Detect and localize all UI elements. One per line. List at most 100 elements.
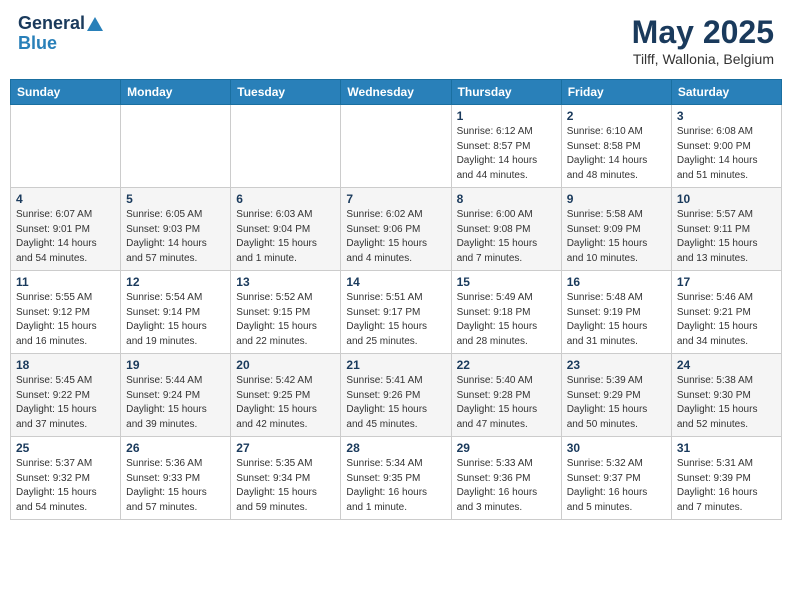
logo: General Blue	[18, 14, 103, 54]
day-number: 18	[16, 358, 115, 372]
day-number: 8	[457, 192, 556, 206]
title-block: May 2025 Tilff, Wallonia, Belgium	[632, 14, 774, 67]
calendar-cell	[231, 105, 341, 188]
calendar-cell: 1 Sunrise: 6:12 AM Sunset: 8:57 PM Daylig…	[451, 105, 561, 188]
day-info: Sunrise: 5:39 AM Sunset: 9:29 PM Dayligh…	[567, 374, 666, 432]
calendar-cell: 11 Sunrise: 5:55 AM Sunset: 9:12 PM Dayli…	[11, 271, 121, 354]
calendar-cell: 15 Sunrise: 5:49 AM Sunset: 9:18 PM Dayli…	[451, 271, 561, 354]
day-number: 17	[677, 275, 776, 289]
calendar-cell: 5 Sunrise: 6:05 AM Sunset: 9:03 PM Daylig…	[121, 188, 231, 271]
day-number: 10	[677, 192, 776, 206]
day-number: 6	[236, 192, 335, 206]
day-number: 19	[126, 358, 225, 372]
header-friday: Friday	[561, 80, 671, 105]
day-info: Sunrise: 6:03 AM Sunset: 9:04 PM Dayligh…	[236, 208, 335, 266]
week-row-4: 25 Sunrise: 5:37 AM Sunset: 9:32 PM Dayli…	[11, 437, 782, 520]
day-info: Sunrise: 6:08 AM Sunset: 9:00 PM Dayligh…	[677, 125, 776, 183]
day-number: 31	[677, 441, 776, 455]
header-row: SundayMondayTuesdayWednesdayThursdayFrid…	[11, 80, 782, 105]
day-info: Sunrise: 5:46 AM Sunset: 9:21 PM Dayligh…	[677, 291, 776, 349]
calendar-cell	[341, 105, 451, 188]
calendar-cell: 21 Sunrise: 5:41 AM Sunset: 9:26 PM Dayli…	[341, 354, 451, 437]
logo-blue: Blue	[18, 34, 57, 54]
day-number: 11	[16, 275, 115, 289]
calendar-cell: 29Sunrise: 5:33 AM Sunset: 9:36 PM Dayli…	[451, 437, 561, 520]
day-info: Sunrise: 5:48 AM Sunset: 9:19 PM Dayligh…	[567, 291, 666, 349]
day-number: 29	[457, 441, 556, 455]
day-number: 1	[457, 109, 556, 123]
day-info: Sunrise: 5:38 AM Sunset: 9:30 PM Dayligh…	[677, 374, 776, 432]
week-row-2: 11 Sunrise: 5:55 AM Sunset: 9:12 PM Dayli…	[11, 271, 782, 354]
page-header: General Blue May 2025 Tilff, Wallonia, B…	[10, 10, 782, 71]
calendar-cell: 30Sunrise: 5:32 AM Sunset: 9:37 PM Dayli…	[561, 437, 671, 520]
day-number: 7	[346, 192, 445, 206]
day-number: 23	[567, 358, 666, 372]
week-row-0: 1 Sunrise: 6:12 AM Sunset: 8:57 PM Daylig…	[11, 105, 782, 188]
day-info: Sunrise: 6:12 AM Sunset: 8:57 PM Dayligh…	[457, 125, 556, 183]
subtitle: Tilff, Wallonia, Belgium	[632, 51, 774, 67]
logo-triangle-icon	[87, 17, 103, 31]
header-thursday: Thursday	[451, 80, 561, 105]
day-number: 22	[457, 358, 556, 372]
day-info: Sunrise: 5:54 AM Sunset: 9:14 PM Dayligh…	[126, 291, 225, 349]
calendar-cell: 25 Sunrise: 5:37 AM Sunset: 9:32 PM Dayli…	[11, 437, 121, 520]
calendar-cell: 4Sunrise: 6:07 AM Sunset: 9:01 PM Daylig…	[11, 188, 121, 271]
day-info: Sunrise: 5:55 AM Sunset: 9:12 PM Dayligh…	[16, 291, 115, 349]
header-sunday: Sunday	[11, 80, 121, 105]
day-number: 5	[126, 192, 225, 206]
day-number: 13	[236, 275, 335, 289]
calendar-cell: 22Sunrise: 5:40 AM Sunset: 9:28 PM Dayli…	[451, 354, 561, 437]
day-info: Sunrise: 5:51 AM Sunset: 9:17 PM Dayligh…	[346, 291, 445, 349]
calendar-header: SundayMondayTuesdayWednesdayThursdayFrid…	[11, 80, 782, 105]
calendar-cell: 18 Sunrise: 5:45 AM Sunset: 9:22 PM Dayli…	[11, 354, 121, 437]
calendar-cell: 12Sunrise: 5:54 AM Sunset: 9:14 PM Dayli…	[121, 271, 231, 354]
day-info: Sunrise: 5:34 AM Sunset: 9:35 PM Dayligh…	[346, 457, 445, 515]
header-monday: Monday	[121, 80, 231, 105]
day-info: Sunrise: 5:35 AM Sunset: 9:34 PM Dayligh…	[236, 457, 335, 515]
calendar-body: 1 Sunrise: 6:12 AM Sunset: 8:57 PM Daylig…	[11, 105, 782, 520]
calendar-cell: 17 Sunrise: 5:46 AM Sunset: 9:21 PM Dayli…	[671, 271, 781, 354]
calendar-cell: 3 Sunrise: 6:08 AM Sunset: 9:00 PM Daylig…	[671, 105, 781, 188]
day-info: Sunrise: 6:02 AM Sunset: 9:06 PM Dayligh…	[346, 208, 445, 266]
calendar-table: SundayMondayTuesdayWednesdayThursdayFrid…	[10, 79, 782, 520]
calendar-cell: 9 Sunrise: 5:58 AM Sunset: 9:09 PM Daylig…	[561, 188, 671, 271]
calendar-cell: 13 Sunrise: 5:52 AM Sunset: 9:15 PM Dayli…	[231, 271, 341, 354]
day-info: Sunrise: 5:58 AM Sunset: 9:09 PM Dayligh…	[567, 208, 666, 266]
calendar-cell: 2Sunrise: 6:10 AM Sunset: 8:58 PM Daylig…	[561, 105, 671, 188]
day-number: 9	[567, 192, 666, 206]
day-info: Sunrise: 5:49 AM Sunset: 9:18 PM Dayligh…	[457, 291, 556, 349]
day-info: Sunrise: 5:37 AM Sunset: 9:32 PM Dayligh…	[16, 457, 115, 515]
week-row-3: 18 Sunrise: 5:45 AM Sunset: 9:22 PM Dayli…	[11, 354, 782, 437]
day-number: 27	[236, 441, 335, 455]
day-info: Sunrise: 6:00 AM Sunset: 9:08 PM Dayligh…	[457, 208, 556, 266]
day-number: 28	[346, 441, 445, 455]
day-info: Sunrise: 5:32 AM Sunset: 9:37 PM Dayligh…	[567, 457, 666, 515]
calendar-cell: 20Sunrise: 5:42 AM Sunset: 9:25 PM Dayli…	[231, 354, 341, 437]
day-number: 24	[677, 358, 776, 372]
day-info: Sunrise: 5:31 AM Sunset: 9:39 PM Dayligh…	[677, 457, 776, 515]
day-number: 3	[677, 109, 776, 123]
calendar-cell: 14Sunrise: 5:51 AM Sunset: 9:17 PM Dayli…	[341, 271, 451, 354]
day-number: 4	[16, 192, 115, 206]
calendar-cell: 23 Sunrise: 5:39 AM Sunset: 9:29 PM Dayli…	[561, 354, 671, 437]
day-info: Sunrise: 5:45 AM Sunset: 9:22 PM Dayligh…	[16, 374, 115, 432]
day-number: 25	[16, 441, 115, 455]
calendar-cell: 7 Sunrise: 6:02 AM Sunset: 9:06 PM Daylig…	[341, 188, 451, 271]
calendar-cell: 24 Sunrise: 5:38 AM Sunset: 9:30 PM Dayli…	[671, 354, 781, 437]
header-saturday: Saturday	[671, 80, 781, 105]
day-info: Sunrise: 5:41 AM Sunset: 9:26 PM Dayligh…	[346, 374, 445, 432]
day-number: 26	[126, 441, 225, 455]
day-number: 21	[346, 358, 445, 372]
header-tuesday: Tuesday	[231, 80, 341, 105]
day-info: Sunrise: 6:05 AM Sunset: 9:03 PM Dayligh…	[126, 208, 225, 266]
day-info: Sunrise: 5:36 AM Sunset: 9:33 PM Dayligh…	[126, 457, 225, 515]
day-info: Sunrise: 5:57 AM Sunset: 9:11 PM Dayligh…	[677, 208, 776, 266]
calendar-cell: 8 Sunrise: 6:00 AM Sunset: 9:08 PM Daylig…	[451, 188, 561, 271]
day-info: Sunrise: 5:52 AM Sunset: 9:15 PM Dayligh…	[236, 291, 335, 349]
day-number: 15	[457, 275, 556, 289]
day-info: Sunrise: 5:42 AM Sunset: 9:25 PM Dayligh…	[236, 374, 335, 432]
main-title: May 2025	[632, 14, 774, 51]
calendar-cell: 31 Sunrise: 5:31 AM Sunset: 9:39 PM Dayli…	[671, 437, 781, 520]
calendar-cell	[11, 105, 121, 188]
day-info: Sunrise: 6:10 AM Sunset: 8:58 PM Dayligh…	[567, 125, 666, 183]
